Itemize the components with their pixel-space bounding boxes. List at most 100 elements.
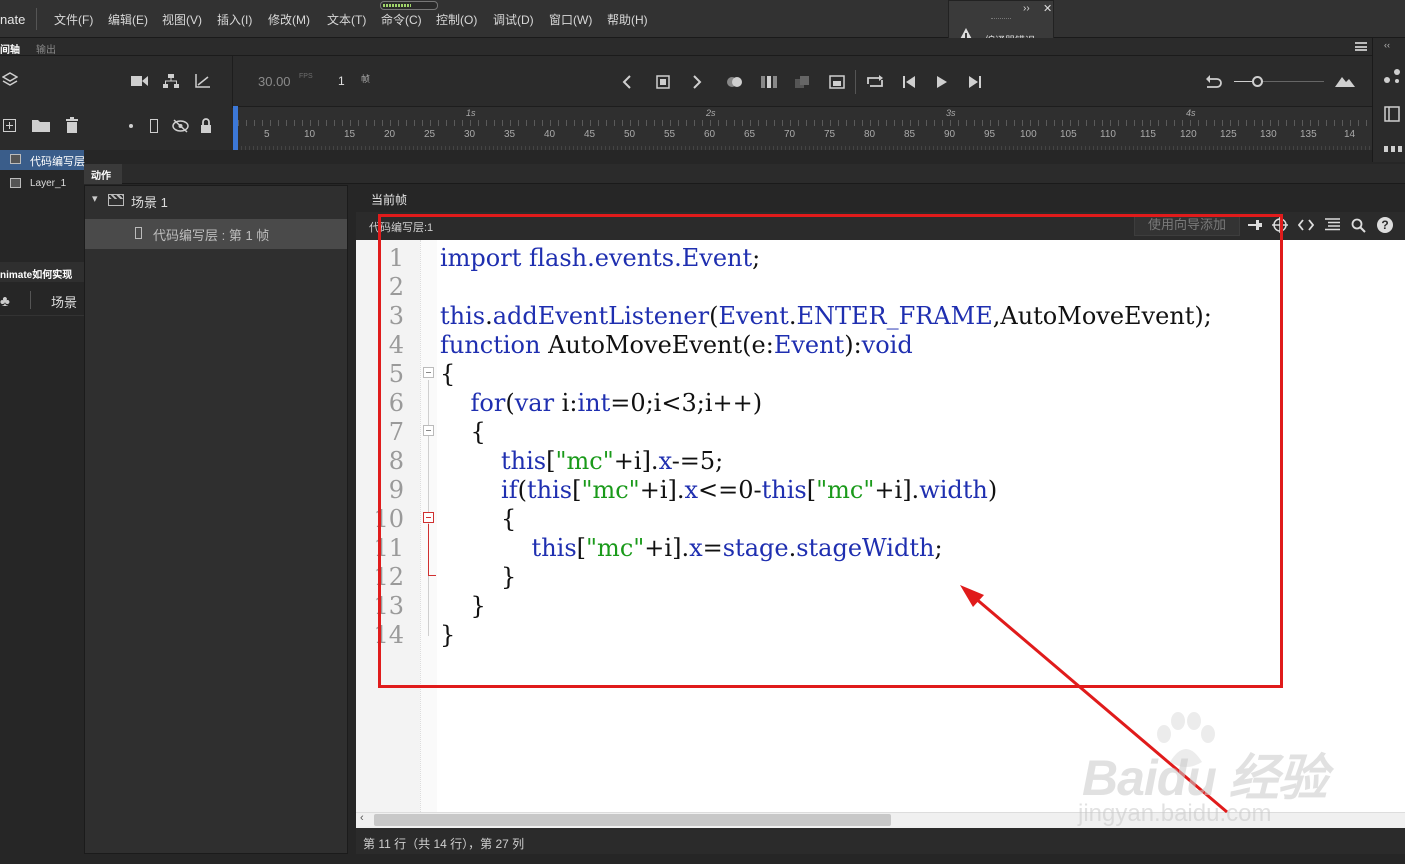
ruler-frame-number: 20: [384, 129, 396, 140]
scene-separator: [30, 291, 31, 309]
ruler-frame-number: 80: [864, 129, 876, 140]
frame-view-icon[interactable]: [829, 75, 845, 89]
onion-outline-icon[interactable]: [760, 75, 778, 89]
ruler-frame-number: 15: [344, 129, 356, 140]
menu-insert[interactable]: 插入(I): [217, 11, 252, 28]
current-frame-heading: 当前帧: [371, 193, 408, 207]
ruler-frame-number: 70: [784, 129, 796, 140]
layer-icon: [10, 178, 21, 188]
panel-menu-icon[interactable]: [1355, 42, 1367, 51]
ruler-frame-number: 14: [1344, 129, 1356, 140]
menu-commands[interactable]: 命令(C): [381, 11, 422, 28]
layer-row[interactable]: Layer_1: [0, 174, 84, 194]
ruler-frame-number: 65: [744, 129, 756, 140]
layer-name: 代码编写层: [30, 156, 85, 168]
chevron-right-icon[interactable]: [692, 75, 702, 89]
ruler-frame-number: 5: [264, 129, 270, 140]
menu-debug[interactable]: 调试(D): [493, 11, 534, 28]
tab-timeline[interactable]: 间轴: [0, 41, 20, 56]
play-icon[interactable]: [936, 75, 948, 89]
menu-window[interactable]: 窗口(W): [549, 11, 592, 28]
collapse-icon[interactable]: ››: [1023, 3, 1030, 14]
properties-icon[interactable]: [1383, 66, 1401, 84]
ruler-frame-number: 75: [824, 129, 836, 140]
help-icon[interactable]: ?: [1377, 217, 1393, 233]
menu-modify[interactable]: 修改(M): [268, 11, 310, 28]
ruler-frame-number: 110: [1100, 129, 1116, 140]
library-icon[interactable]: [1384, 106, 1400, 122]
step-forward-icon[interactable]: [968, 75, 982, 89]
watermark-url: jingyan.baidu.com: [1078, 800, 1272, 827]
ruler-frame-number: 25: [424, 129, 436, 140]
fps-unit: FPS: [299, 73, 313, 80]
grip-handle[interactable]: [991, 18, 1011, 20]
menu-text[interactable]: 文本(T): [327, 11, 366, 28]
ruler-frame-number: 135: [1300, 129, 1317, 140]
scrollbar-thumb[interactable]: [374, 814, 891, 826]
format-code-icon[interactable]: [1325, 218, 1340, 232]
document-tab[interactable]: nimate如何实现: [0, 266, 72, 281]
scene-label[interactable]: 场景: [51, 292, 77, 311]
ease-graph-icon[interactable]: [195, 74, 210, 88]
center-frame-icon[interactable]: [656, 75, 670, 89]
new-layer-icon[interactable]: [3, 119, 16, 132]
actions-panel-tabbar: [84, 164, 1405, 184]
scroll-left-icon[interactable]: ‹: [360, 812, 364, 824]
onion-skin-icon[interactable]: [726, 75, 744, 89]
layer-row[interactable]: 代码编写层: [0, 150, 85, 170]
ruler-ticks: [238, 120, 1372, 126]
ruler-second-label: 4s: [1186, 108, 1196, 118]
highlight-dot-icon[interactable]: [129, 124, 133, 128]
nav-frame-label: 代码编写层 : 第 1 帧: [153, 228, 270, 243]
menu-edit[interactable]: 编辑(E): [108, 11, 148, 28]
eye-hidden-icon[interactable]: [172, 119, 189, 133]
current-frame-value[interactable]: 1: [338, 74, 345, 88]
loop-icon[interactable]: [866, 74, 884, 90]
ruler-frame-number: 115: [1140, 129, 1156, 140]
edit-multiple-frames-icon[interactable]: [794, 75, 810, 89]
ruler-frame-number: 95: [984, 129, 996, 140]
menu-view[interactable]: 视图(V): [162, 11, 202, 28]
fps-value[interactable]: 30.00: [258, 74, 291, 89]
camera-icon[interactable]: [131, 75, 148, 87]
ruler-frame-number: 125: [1220, 129, 1237, 140]
ruler-frame-number: 55: [664, 129, 676, 140]
nav-scene-item[interactable]: 场景 1: [131, 192, 168, 211]
frame-script-icon: [135, 227, 142, 239]
frame-cells[interactable]: [233, 146, 1372, 150]
tab-actions-label: 动作: [91, 171, 111, 182]
close-icon[interactable]: ✕: [1043, 2, 1052, 15]
clapperboard-icon: [108, 194, 124, 206]
menu-control[interactable]: 控制(O): [436, 11, 477, 28]
chevron-left-icon[interactable]: [622, 75, 632, 89]
ruler-frame-number: 45: [584, 129, 596, 140]
hierarchy-icon[interactable]: [163, 74, 179, 88]
outline-icon[interactable]: [150, 119, 158, 133]
club-icon[interactable]: ♣: [0, 293, 10, 310]
layers-icon[interactable]: [2, 72, 18, 90]
menu-help[interactable]: 帮助(H): [607, 11, 648, 28]
ruler-frame-number: 10: [304, 129, 316, 140]
expand-panels-icon[interactable]: ‹‹: [1384, 40, 1390, 50]
undo-zoom-icon[interactable]: [1205, 74, 1222, 89]
components-icon[interactable]: [1384, 144, 1402, 152]
activity-indicator: [380, 1, 438, 10]
layer-icon: [10, 154, 21, 164]
tab-output[interactable]: 输出: [36, 41, 56, 56]
lock-icon[interactable]: [200, 118, 212, 133]
zoom-slider-knob[interactable]: [1252, 76, 1263, 87]
search-icon[interactable]: [1351, 218, 1366, 233]
chevron-down-icon[interactable]: ▾: [92, 192, 98, 205]
step-back-icon[interactable]: [902, 75, 916, 89]
code-snippets-icon[interactable]: [1298, 219, 1314, 231]
playhead[interactable]: [233, 106, 238, 150]
trash-icon[interactable]: [65, 117, 79, 133]
mountain-icon[interactable]: [1335, 74, 1355, 88]
toolbar-divider: [855, 70, 856, 94]
menu-bar: nate 文件(F) 编辑(E) 视图(V) 插入(I) 修改(M) 文本(T)…: [0, 0, 1405, 38]
folder-icon[interactable]: [32, 118, 50, 132]
menu-file[interactable]: 文件(F): [54, 11, 93, 28]
timeline-ruler[interactable]: [233, 106, 1372, 150]
ruler-frame-number: 40: [544, 129, 556, 140]
script-navigator: [84, 185, 348, 854]
